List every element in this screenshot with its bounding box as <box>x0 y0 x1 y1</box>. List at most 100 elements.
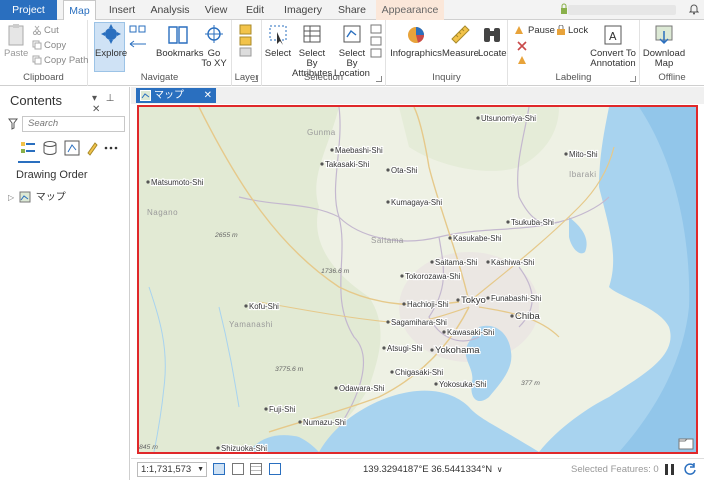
city-point <box>486 260 490 264</box>
search-input[interactable]: Search <box>22 116 125 132</box>
measure-button[interactable]: Measure <box>442 23 479 59</box>
explore-button[interactable]: Explore <box>95 23 127 59</box>
active-view-indicator <box>18 161 40 163</box>
tab-view[interactable]: View <box>200 0 232 20</box>
city-label: Saitama-Shi <box>435 258 478 267</box>
select-by-attributes-button[interactable]: Select By Attributes <box>292 23 332 79</box>
tab-edit[interactable]: Edit <box>240 0 270 20</box>
city-label: Odawara-Shi <box>339 384 385 393</box>
tab-imagery[interactable]: Imagery <box>280 0 326 20</box>
infographics-button[interactable]: Infographics <box>390 23 442 59</box>
city-point <box>264 407 268 411</box>
layer-launcher-icon[interactable] <box>252 76 258 82</box>
close-icon[interactable]: ✕ <box>204 88 212 103</box>
download-map-button[interactable]: Download Map <box>642 23 686 69</box>
list-by-drawing-order-icon[interactable] <box>20 140 36 156</box>
map-tab-bar: マップ ✕ <box>131 87 704 104</box>
tab-appearance[interactable]: Appearance <box>376 0 444 20</box>
select-by-location-button[interactable]: Select By Location <box>332 23 372 79</box>
status-tools <box>213 463 285 475</box>
paste-icon <box>8 24 24 46</box>
list-by-source-icon[interactable] <box>42 140 58 156</box>
tab-analysis[interactable]: Analysis <box>148 0 192 20</box>
city-label: Chiba <box>515 311 541 322</box>
more-options-icon[interactable] <box>104 140 118 156</box>
city-point <box>244 304 248 308</box>
city-label: Mito-Shi <box>569 150 598 159</box>
speaker-icon[interactable] <box>268 463 281 475</box>
user-icon[interactable] <box>560 3 568 15</box>
map-tab-icon <box>140 90 151 101</box>
elevation-label: 845 m <box>139 444 158 451</box>
city-label: Kashiwa-Shi <box>491 258 535 267</box>
lock-icon <box>557 25 565 36</box>
copy-button[interactable]: Copy <box>32 39 66 53</box>
refresh-icon[interactable] <box>683 462 697 476</box>
city-point <box>456 298 460 302</box>
city-label: Numazu-Shi <box>303 418 346 427</box>
map-view[interactable]: Utsunomiya-Shi Maebashi-Shi Takasaki-Shi Ot… <box>137 105 698 454</box>
scale-selector[interactable]: 1:1,731,573 ▼ <box>137 462 207 477</box>
tab-share[interactable]: Share <box>334 0 370 20</box>
grid-icon[interactable] <box>213 463 225 475</box>
zoom-tools-icon[interactable] <box>128 24 148 54</box>
region-label: Gunma <box>307 128 336 137</box>
lock-labeling-button[interactable]: Lock <box>556 24 588 38</box>
city-label: Atsugi-Shi <box>387 344 423 353</box>
elevation-label: 2655 m <box>214 232 238 239</box>
city-label: Tokyo <box>461 295 486 306</box>
selection-group-label: Selection <box>303 72 344 83</box>
locate-button[interactable]: Locate <box>478 23 507 59</box>
navigate-group-label: Navigate <box>140 72 179 83</box>
selection-group: Select Select By Attributes Select By Loca… <box>262 20 386 86</box>
selection-tools-icon[interactable] <box>370 24 382 58</box>
clipboard-group-label: Clipboard <box>23 72 64 83</box>
selected-features-count[interactable]: Selected Features: 0 <box>571 464 659 475</box>
selection-launcher-icon[interactable] <box>376 76 382 82</box>
map-view-tab[interactable]: マップ ✕ <box>136 88 216 103</box>
select-button[interactable]: Select <box>264 23 292 59</box>
city-point <box>320 162 324 166</box>
pause-labeling-button[interactable]: Pause <box>514 24 555 38</box>
label-tools-icon[interactable] <box>516 40 530 68</box>
account-name[interactable] <box>568 5 676 15</box>
city-label: Matsumoto-Shi <box>151 178 204 187</box>
copy-path-button[interactable]: Copy Path <box>32 54 88 68</box>
folder-icon[interactable] <box>678 438 694 450</box>
cut-button[interactable]: Cut <box>32 24 59 38</box>
chevron-down-icon[interactable]: ∨ <box>497 465 503 474</box>
table-icon[interactable] <box>250 463 263 475</box>
tab-insert[interactable]: Insert <box>104 0 140 20</box>
ribbon-tab-strip: Project Map Insert Analysis View Edit Im… <box>0 0 704 21</box>
coordinate-readout[interactable]: 139.3294187°E 36.5441334°N ∨ <box>363 464 503 475</box>
snap-icon[interactable] <box>231 463 244 475</box>
list-by-editing-icon[interactable] <box>86 140 98 156</box>
tab-project[interactable]: Project <box>0 0 57 20</box>
city-label: Maebashi-Shi <box>335 146 383 155</box>
offline-group: Download Map Offline <box>640 20 704 86</box>
filter-icon[interactable] <box>8 118 18 130</box>
pause-icon[interactable] <box>665 464 674 475</box>
elevation-label: 3775.6 m <box>275 366 304 373</box>
basemap[interactable]: Utsunomiya-Shi Maebashi-Shi Takasaki-Shi Ot… <box>139 107 696 452</box>
go-to-xy-button[interactable]: Go To XY <box>200 23 228 69</box>
city-label: Sagamihara-Shi <box>391 318 447 327</box>
pane-controls[interactable]: ▾ ⊥ ✕ <box>92 93 129 115</box>
city-label: Yokosuka-Shi <box>439 380 487 389</box>
tab-map[interactable]: Map <box>63 0 96 21</box>
list-by-selection-icon[interactable] <box>64 140 80 156</box>
city-point <box>486 296 490 300</box>
expand-arrow-icon[interactable]: ▷ <box>8 193 14 202</box>
labeling-launcher-icon[interactable] <box>630 76 636 82</box>
chevron-down-icon[interactable]: ▼ <box>197 463 204 476</box>
ribbon: Paste Cut Copy Copy Path Clipboard Explo… <box>0 20 704 86</box>
bookmarks-button[interactable]: Bookmarks <box>156 23 204 59</box>
city-point <box>334 386 338 390</box>
navigate-group: Explore Bookmarks Go To XY Navigate <box>88 20 232 86</box>
add-data-icon[interactable] <box>238 24 254 58</box>
convert-to-annotation-button[interactable]: A Convert To Annotation <box>588 23 638 69</box>
notification-bell-icon[interactable] <box>689 3 699 15</box>
layer-tree-item[interactable]: ▷ マップ <box>8 188 66 203</box>
select-by-location-icon <box>343 25 361 43</box>
paste-button[interactable]: Paste <box>4 23 28 59</box>
